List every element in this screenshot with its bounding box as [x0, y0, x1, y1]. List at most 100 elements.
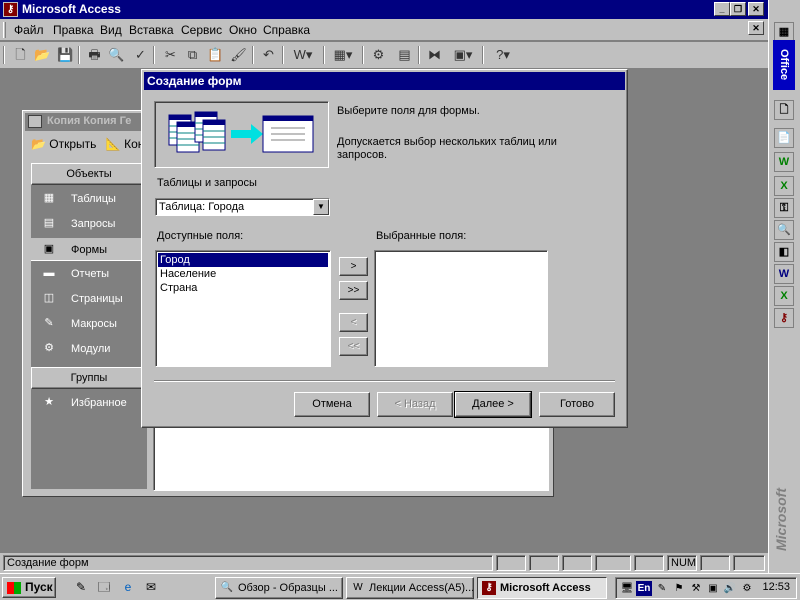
relationships-icon[interactable]: ⧓: [424, 45, 445, 65]
module-icon: ⚙: [44, 342, 54, 354]
remove-one-button[interactable]: <: [339, 313, 368, 332]
toolbar-grip[interactable]: [3, 46, 5, 64]
access-icon[interactable]: ⚷: [774, 308, 794, 328]
word-doc-icon[interactable]: W: [774, 264, 794, 284]
access-key-icon[interactable]: ⚷: [3, 2, 18, 17]
tray-scheduler-icon[interactable]: ⚑: [671, 581, 687, 596]
menu-tools[interactable]: Сервис: [181, 23, 222, 37]
menu-view[interactable]: Вид: [100, 23, 122, 37]
cut-icon[interactable]: ✂: [160, 45, 181, 65]
status-panel: [700, 555, 730, 571]
copy-icon[interactable]: ⧉: [182, 45, 203, 65]
quicklaunch-channels-icon[interactable]: ✉: [142, 579, 160, 595]
object-queries[interactable]: ▤ Запросы: [31, 212, 147, 236]
restore-button[interactable]: ❐: [730, 2, 746, 16]
tray-tools-icon[interactable]: ⚒: [688, 581, 704, 596]
office-links-icon[interactable]: W▾: [288, 45, 318, 65]
object-pages[interactable]: ◫ Страницы: [31, 287, 147, 311]
minimize-button[interactable]: _: [714, 2, 730, 16]
task-access[interactable]: ⚷ Microsoft Access: [477, 577, 607, 599]
excel-doc-icon[interactable]: X: [774, 286, 794, 306]
task-word[interactable]: W Лекции Access(A5)...: [346, 577, 474, 599]
doc-close-button[interactable]: ✕: [748, 21, 764, 35]
app-title-bar[interactable]: ⚷ Microsoft Access _ ❐ ✕: [0, 0, 768, 19]
objects-header-button[interactable]: Объекты: [31, 163, 147, 185]
design-button[interactable]: 📐 Кон: [106, 137, 145, 151]
new-object-icon[interactable]: ▣▾: [448, 45, 478, 65]
toolbar: 🗋 📂 💾 🖶 🔍 ✓ ✂ ⧉ 📋 🖌 ↶ W▾ ▦▾ ⚙ ▤ ⧓ ▣▾ ?▾: [0, 42, 768, 69]
available-field-item[interactable]: Страна: [158, 281, 328, 295]
start-button[interactable]: Пуск: [2, 577, 56, 598]
object-reports[interactable]: ▬ Отчеты: [31, 262, 147, 286]
remove-all-button[interactable]: <<: [339, 337, 368, 356]
office-logo-icon[interactable]: ▦: [774, 22, 794, 42]
menu-file[interactable]: Файл: [14, 23, 44, 37]
object-forms[interactable]: ▣ Формы: [31, 237, 147, 261]
code-icon[interactable]: ⚙: [368, 45, 389, 65]
find-icon[interactable]: 🔍: [774, 220, 794, 240]
analyze-icon[interactable]: ▦▾: [328, 45, 358, 65]
num-lock-indicator: NUM: [667, 555, 697, 571]
toolbar-separator: [482, 46, 484, 64]
powerpoint-icon[interactable]: ◧: [774, 242, 794, 262]
tray-network-icon[interactable]: ⚙: [739, 581, 755, 596]
undo-icon[interactable]: ↶: [258, 45, 279, 65]
groups-header-button[interactable]: Группы: [31, 367, 147, 389]
close-button[interactable]: ✕: [748, 2, 764, 16]
wizard-hint-line2: запросов.: [337, 149, 387, 161]
word-icon[interactable]: W: [774, 152, 794, 172]
properties-icon[interactable]: ▤: [394, 45, 415, 65]
open-object-button[interactable]: 📂 Открыть: [31, 137, 96, 151]
menu-window[interactable]: Окно: [229, 23, 257, 37]
open-icon[interactable]: 📂: [32, 45, 53, 65]
dropdown-arrow-icon[interactable]: ▼: [313, 199, 329, 215]
spelling-icon[interactable]: ✓: [130, 45, 151, 65]
volume-icon[interactable]: 🔊: [722, 581, 738, 596]
menu-edit[interactable]: Правка: [53, 23, 94, 37]
available-fields-list[interactable]: Город Население Страна: [155, 250, 331, 367]
object-label: Макросы: [71, 318, 117, 330]
selected-fields-list[interactable]: [374, 250, 548, 367]
move-one-button[interactable]: >: [339, 257, 368, 276]
key-icon[interactable]: ⚿: [774, 198, 794, 218]
app-title: Microsoft Access: [22, 2, 121, 16]
menu-grip[interactable]: [3, 22, 6, 38]
paste-icon[interactable]: 📋: [205, 45, 226, 65]
help-icon[interactable]: ?▾: [488, 45, 518, 65]
tray-monitor-icon[interactable]: 🖥: [619, 581, 635, 596]
finish-button[interactable]: Готово: [539, 392, 615, 417]
move-all-button[interactable]: >>: [339, 281, 368, 300]
group-favorites[interactable]: ★ Избранное: [31, 391, 147, 415]
object-label: Страницы: [71, 293, 123, 305]
new-document-icon[interactable]: 🗋: [774, 100, 794, 120]
internet-explorer-icon[interactable]: e: [119, 579, 137, 595]
tray-pen-icon[interactable]: ✎: [654, 581, 670, 596]
excel-icon[interactable]: X: [774, 176, 794, 196]
open-document-icon[interactable]: 📄: [774, 128, 794, 148]
format-painter-icon[interactable]: 🖌: [228, 45, 249, 65]
print-preview-icon[interactable]: 🔍: [106, 45, 127, 65]
language-indicator[interactable]: En: [636, 581, 652, 596]
print-icon[interactable]: 🖶: [84, 45, 105, 65]
save-icon[interactable]: 💾: [55, 45, 76, 65]
dialog-title-bar[interactable]: Создание форм: [144, 72, 625, 90]
query-icon: ▤: [43, 217, 55, 229]
new-icon[interactable]: 🗋: [10, 45, 31, 65]
tray-display-icon[interactable]: ▣: [705, 581, 721, 596]
menu-help[interactable]: Справка: [263, 23, 310, 37]
available-field-item[interactable]: Город: [158, 253, 328, 267]
cancel-button[interactable]: Отмена: [294, 392, 370, 417]
office-bar-label[interactable]: Office: [773, 40, 795, 90]
form-wizard-dialog: Создание форм Выберите поля для формы. Д…: [141, 69, 628, 428]
task-explorer[interactable]: 🔍 Обзор - Образцы ...: [215, 577, 343, 599]
object-modules[interactable]: ⚙ Модули: [31, 337, 147, 361]
tables-queries-select[interactable]: Таблица: Города ▼: [155, 198, 330, 216]
next-button[interactable]: Далее >: [454, 391, 532, 418]
object-tables[interactable]: ▦ Таблицы: [31, 187, 147, 211]
quicklaunch-desktop-icon[interactable]: 🗔: [95, 579, 113, 595]
quicklaunch-pen-icon[interactable]: ✎: [72, 579, 90, 595]
object-macros[interactable]: ✎ Макросы: [31, 312, 147, 336]
menu-insert[interactable]: Вставка: [129, 23, 174, 37]
available-field-item[interactable]: Население: [158, 267, 328, 281]
back-button[interactable]: < Назад: [377, 392, 453, 417]
